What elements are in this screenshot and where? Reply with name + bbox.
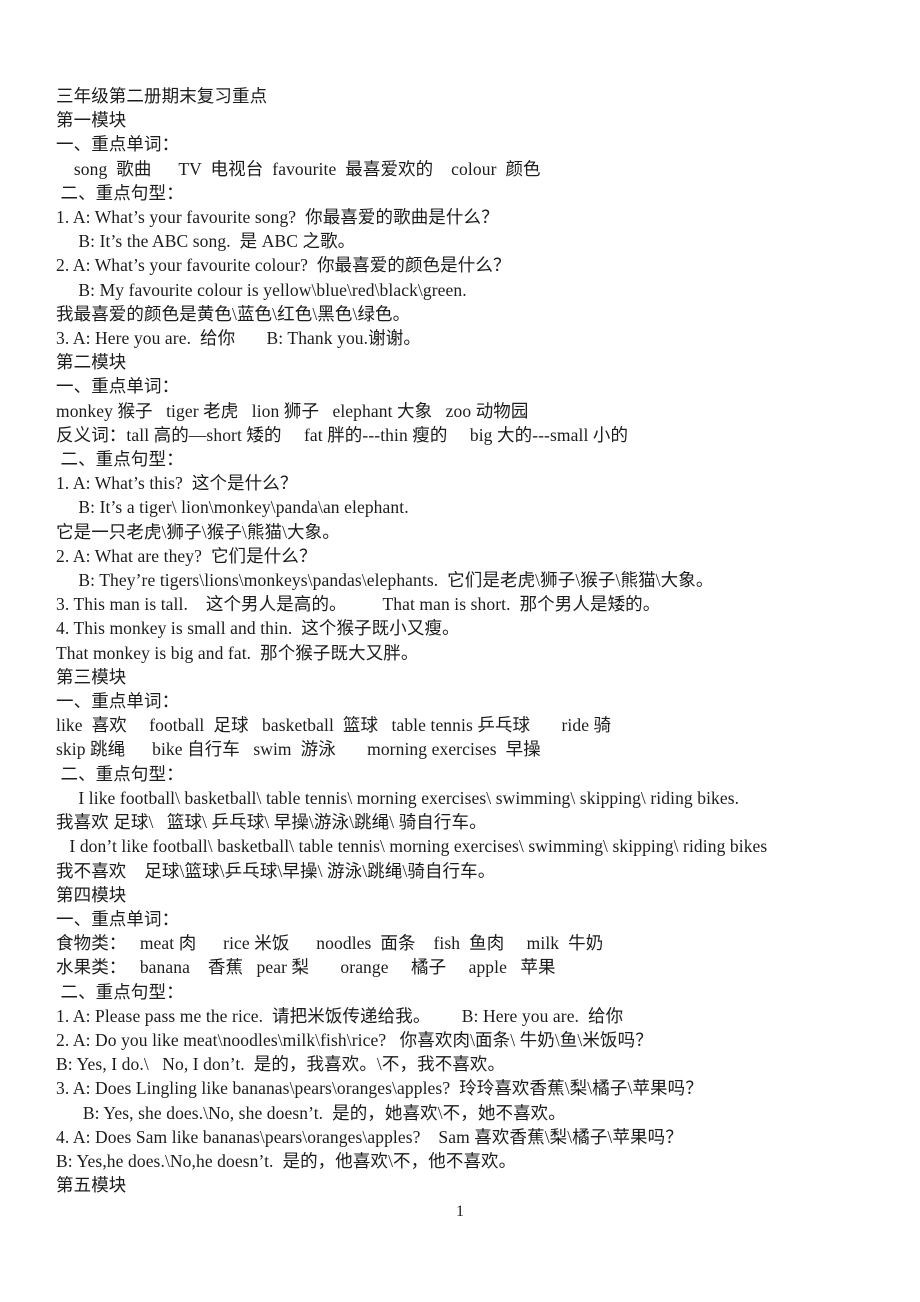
m4-words-heading: 一、重点单词： <box>56 908 180 929</box>
m1-sent-heading: 二、重点句型： <box>56 182 184 203</box>
m3-words-line-2: skip 跳绳 bike 自行车 swim 游泳 morning exercis… <box>56 739 541 760</box>
m1-words: song 歌曲 TV 电视台 favourite 最喜爱欢的 colour 颜色 <box>56 158 541 179</box>
m1-sentence-1b: B: It’s the ABC song. 是 ABC 之歌。 <box>56 231 356 252</box>
m1-sentence-2c: 我最喜爱的颜色是黄色\蓝色\红色\黑色\绿色。 <box>56 303 411 324</box>
m1-sentence-2b: B: My favourite colour is yellow\blue\re… <box>56 279 467 300</box>
m4-sentence-4b: B: Yes,he does.\No,he doesn’t. 是的，他喜欢\不，… <box>56 1150 517 1171</box>
m2-sentence-2a: 2. A: What are they? 它们是什么？ <box>56 545 317 566</box>
m2-sentence-1b: B: It’s a tiger\ lion\monkey\panda\an el… <box>56 497 409 518</box>
m2-sentence-1c: 它是一只老虎\狮子\猴子\熊猫\大象。 <box>56 521 340 542</box>
m2-sent-heading: 二、重点句型： <box>56 449 184 470</box>
m4-words-food: 食物类： meat 肉 rice 米饭 noodles 面条 fish 鱼肉 m… <box>56 933 604 954</box>
module-1-heading: 第一模块 <box>56 110 127 131</box>
document-page: 三年级第二册期末复习重点 第一模块 一、重点单词： song 歌曲 TV 电视台… <box>0 0 920 1302</box>
m4-sent-heading: 二、重点句型： <box>56 981 184 1002</box>
m2-sentence-3: 3. This man is tall. 这个男人是高的。 That man i… <box>56 594 661 615</box>
m4-sentence-2a: 2. A: Do you like meat\noodles\milk\fish… <box>56 1029 653 1050</box>
m1-words-heading: 一、重点单词： <box>56 134 180 155</box>
module-4-heading: 第四模块 <box>56 884 127 905</box>
m4-sentence-4a: 4. A: Does Sam like bananas\pears\orange… <box>56 1126 683 1147</box>
m4-words-fruit: 水果类： banana 香蕉 pear 梨 orange 橘子 apple 苹果 <box>56 957 556 978</box>
m2-words: monkey 猴子 tiger 老虎 lion 狮子 elephant 大象 z… <box>56 400 529 421</box>
m2-sentence-1a: 1. A: What’s this? 这个是什么？ <box>56 473 298 494</box>
m1-sentence-1a: 1. A: What’s your favourite song? 你最喜爱的歌… <box>56 207 499 228</box>
m2-sentence-2b: B: They’re tigers\lions\monkeys\pandas\e… <box>56 570 714 591</box>
m3-words-line-1: like 喜欢 football 足球 basketball 篮球 table … <box>56 715 612 736</box>
m2-antonyms: 反义词：tall 高的—short 矮的 fat 胖的---thin 瘦的 bi… <box>56 424 629 445</box>
doc-title: 三年级第二册期末复习重点 <box>56 86 268 106</box>
m4-sentence-3a: 3. A: Does Lingling like bananas\pears\o… <box>56 1078 703 1099</box>
module-3-heading: 第三模块 <box>56 666 127 687</box>
m3-sentence-like-cn: 我喜欢 足球\ 篮球\ 乒乓球\ 早操\游泳\跳绳\ 骑自行车。 <box>56 812 487 833</box>
m1-sentence-2a: 2. A: What’s your favourite colour? 你最喜爱… <box>56 255 511 276</box>
m4-sentence-2b: B: Yes, I do.\ No, I don’t. 是的，我喜欢。\不，我不… <box>56 1054 506 1075</box>
m1-sentence-3: 3. A: Here you are. 给你 B: Thank you.谢谢。 <box>56 328 421 349</box>
m4-sentence-3b: B: Yes, she does.\No, she doesn’t. 是的，她喜… <box>56 1102 566 1123</box>
m3-sentence-like: I like football\ basketball\ table tenni… <box>56 787 740 808</box>
page-number: 1 <box>456 1203 464 1220</box>
module-2-heading: 第二模块 <box>56 352 127 373</box>
document-body: 三年级第二册期末复习重点 第一模块 一、重点单词： song 歌曲 TV 电视台… <box>56 84 880 1197</box>
m3-sentence-dislike: I don’t like football\ basketball\ table… <box>56 836 768 857</box>
module-5-heading: 第五模块 <box>56 1175 127 1196</box>
m2-sentence-5: That monkey is big and fat. 那个猴子既大又胖。 <box>56 642 419 663</box>
m2-sentence-4: 4. This monkey is small and thin. 这个猴子既小… <box>56 618 460 639</box>
m3-words-heading: 一、重点单词： <box>56 691 180 712</box>
m3-sent-heading: 二、重点句型： <box>56 763 184 784</box>
m2-words-heading: 一、重点单词： <box>56 376 180 397</box>
m4-sentence-1: 1. A: Please pass me the rice. 请把米饭传递给我。… <box>56 1005 624 1026</box>
m3-sentence-dislike-cn: 我不喜欢 足球\篮球\乒乓球\早操\ 游泳\跳绳\骑自行车。 <box>56 860 496 881</box>
